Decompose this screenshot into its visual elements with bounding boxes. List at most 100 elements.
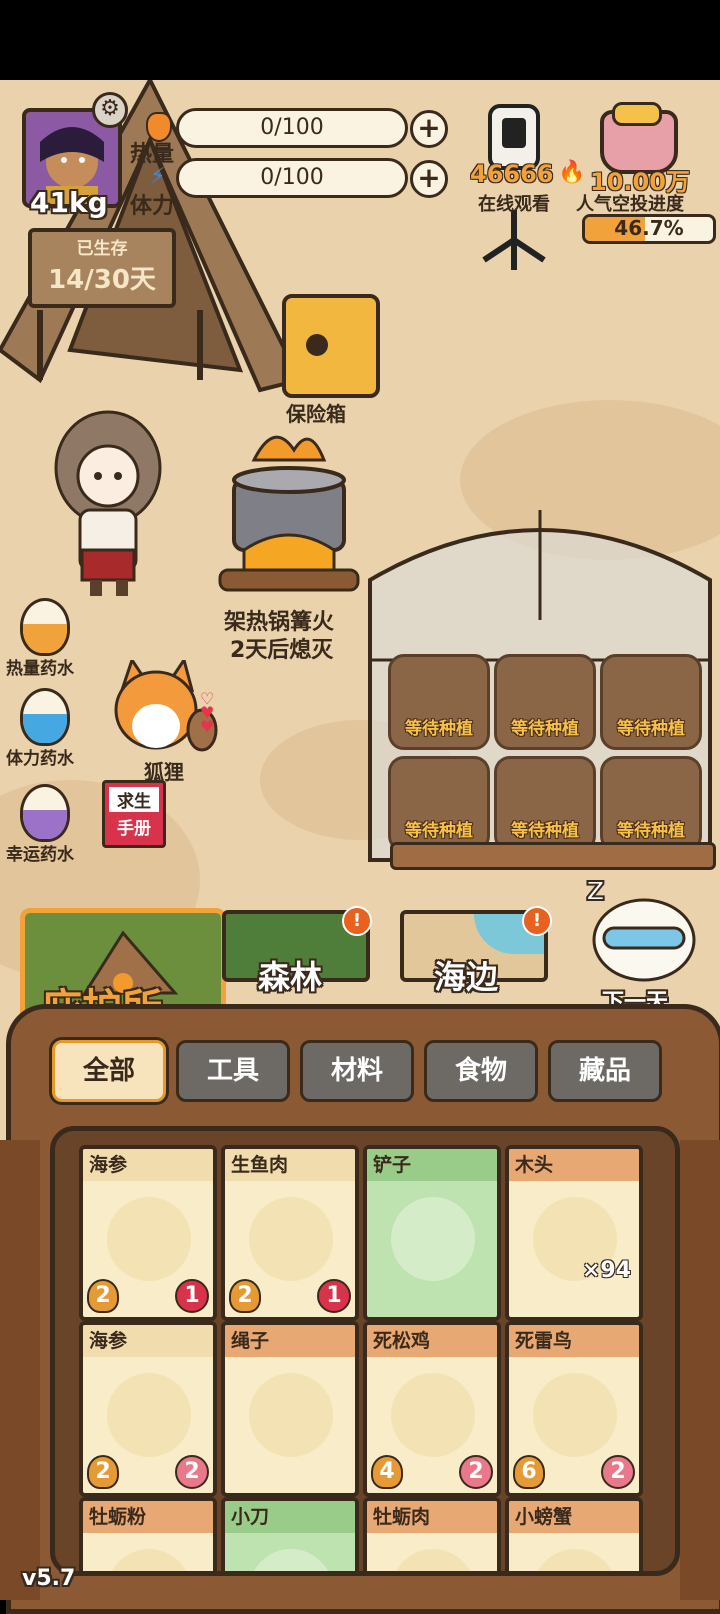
planting-plot[interactable]: 等待种植: [600, 756, 702, 852]
stamina-icon: ⚡: [150, 164, 166, 189]
safe-box-icon[interactable]: [282, 294, 380, 398]
inventory-item-card[interactable]: 死松鸡 4 2: [363, 1321, 501, 1497]
item-name: 死松鸡: [367, 1325, 497, 1357]
viewer-count: 46666: [470, 160, 554, 188]
svg-text:Z: Z: [586, 877, 605, 907]
item-name: 生鱼肉: [225, 1149, 355, 1181]
item-heat-badge: 6: [513, 1455, 545, 1489]
oyster-meat-icon: [391, 1549, 475, 1571]
fire-icon: 🔥: [558, 160, 586, 185]
plot-status-label: 等待种植: [511, 719, 579, 739]
tab-3[interactable]: 食物: [424, 1040, 538, 1102]
plot-status-label: 等待种植: [405, 719, 473, 739]
small-crab-icon: [533, 1549, 617, 1571]
planting-plot[interactable]: 等待种植: [388, 654, 490, 750]
popularity-label: 人气空投进度: [576, 194, 684, 215]
heat-potion-label: 热量药水: [6, 659, 74, 679]
sea-cucumber-icon: [107, 1373, 191, 1457]
planting-plot[interactable]: 等待种植: [494, 756, 596, 852]
inventory-item-card[interactable]: 海参 2 2: [79, 1321, 217, 1497]
raw-fish-icon: [249, 1197, 333, 1281]
heart-icon: ♡ ♥ ♥: [200, 689, 215, 736]
stamina-potion-icon[interactable]: [20, 688, 70, 746]
heat-potion-icon[interactable]: [20, 598, 70, 656]
survival-sign: 已生存 14/30天: [28, 228, 176, 308]
location-beach-label: 海边: [434, 958, 499, 996]
dead-grouse-icon: [391, 1373, 475, 1457]
item-count: ×94: [581, 1258, 631, 1283]
airdrop-progress-text: 46.7%: [614, 216, 684, 240]
item-name: 死雷鸟: [509, 1325, 639, 1357]
planting-plot[interactable]: 等待种植: [388, 756, 490, 852]
item-name: 海参: [83, 1149, 213, 1181]
status-bar: [0, 0, 720, 80]
inventory-item-card[interactable]: 生鱼肉 2 1: [221, 1145, 359, 1321]
plot-status-label: 等待种植: [405, 821, 473, 841]
location-forest-label: 森林: [258, 958, 323, 996]
survival-manual-book[interactable]: 求生 手册: [102, 780, 166, 848]
inventory-item-card[interactable]: 小刀: [221, 1497, 359, 1571]
viewer-label: 在线观看: [478, 194, 550, 215]
inventory-item-card[interactable]: 小螃蟹: [505, 1497, 643, 1571]
inventory-grid-frame: 海参 2 1 生鱼肉 2 1 铲子 木头 ×94 海参 2 2 绳子 死松鸡 4 2 死雷鸟 6 2 牡蛎粉 小刀 牡蛎肉…: [50, 1126, 680, 1576]
tab-0[interactable]: 全部: [52, 1040, 166, 1102]
item-freshness-badge: 1: [317, 1279, 351, 1313]
shovel-icon: [391, 1197, 475, 1281]
item-heat-badge: 2: [87, 1279, 119, 1313]
inventory-item-card[interactable]: 海参 2 1: [79, 1145, 217, 1321]
plot-status-label: 等待种植: [617, 821, 685, 841]
dead-ptarmigan-icon: [533, 1373, 617, 1457]
item-name: 小刀: [225, 1501, 355, 1533]
backpack-strap-left: [0, 1140, 40, 1600]
item-heat-badge: 2: [87, 1455, 119, 1489]
tab-2[interactable]: 材料: [300, 1040, 414, 1102]
stamina-add-button[interactable]: +: [410, 160, 448, 198]
stamina-potion-label: 体力药水: [6, 749, 74, 769]
heat-add-button[interactable]: +: [410, 110, 448, 148]
luck-potion-icon[interactable]: [20, 784, 70, 842]
inventory-item-card[interactable]: 铲子: [363, 1145, 501, 1321]
backpack-strap-right: [680, 1140, 720, 1600]
fire-status-line2: 2天后熄灭: [230, 638, 334, 663]
plot-status-label: 等待种植: [511, 821, 579, 841]
item-name: 牡蛎肉: [367, 1501, 497, 1533]
tab-1[interactable]: 工具: [176, 1040, 290, 1102]
item-name: 绳子: [225, 1325, 355, 1357]
campfire-pot-icon[interactable]: [214, 420, 364, 610]
stamina-bar: 0/100: [176, 158, 408, 198]
inventory-item-card[interactable]: 牡蛎粉: [79, 1497, 217, 1571]
item-name: 牡蛎粉: [83, 1501, 213, 1533]
greenhouse-fence: [390, 842, 716, 870]
forest-alert-icon: !: [342, 906, 372, 936]
planting-plot[interactable]: 等待种植: [600, 654, 702, 750]
item-heat-badge: 4: [371, 1455, 403, 1489]
inventory-item-card[interactable]: 绳子: [221, 1321, 359, 1497]
sea-cucumber-icon: [107, 1197, 191, 1281]
item-name: 木头: [509, 1149, 639, 1181]
item-freshness-badge: 2: [601, 1455, 635, 1489]
planting-plot[interactable]: 等待种植: [494, 654, 596, 750]
manual-line1: 求生: [109, 787, 159, 812]
rope-icon: [249, 1373, 333, 1457]
player-character: [54, 410, 162, 596]
item-heat-badge: 2: [229, 1279, 261, 1313]
heat-bar: 0/100: [176, 108, 408, 148]
version-label: v5.7: [22, 1566, 76, 1591]
player-weight: 41kg: [30, 186, 108, 219]
item-name: 铲子: [367, 1149, 497, 1181]
inventory-item-card[interactable]: 牡蛎肉: [363, 1497, 501, 1571]
manual-line2: 手册: [117, 819, 151, 839]
luck-potion-label: 幸运药水: [6, 845, 74, 865]
next-day-sleep-icon[interactable]: Z: [582, 870, 702, 990]
item-freshness-badge: 1: [175, 1279, 209, 1313]
stamina-label: 体力: [130, 194, 175, 219]
gift-bow-icon: [612, 102, 662, 126]
knife-icon: [249, 1549, 333, 1571]
survival-label: 已生存: [76, 239, 128, 259]
oyster-powder-icon: [107, 1549, 191, 1571]
settings-gear-icon[interactable]: ⚙: [92, 92, 128, 128]
inventory-item-card[interactable]: 死雷鸟 6 2: [505, 1321, 643, 1497]
inventory-item-card[interactable]: 木头 ×94: [505, 1145, 643, 1321]
tab-4[interactable]: 藏品: [548, 1040, 662, 1102]
beach-alert-icon: !: [522, 906, 552, 936]
